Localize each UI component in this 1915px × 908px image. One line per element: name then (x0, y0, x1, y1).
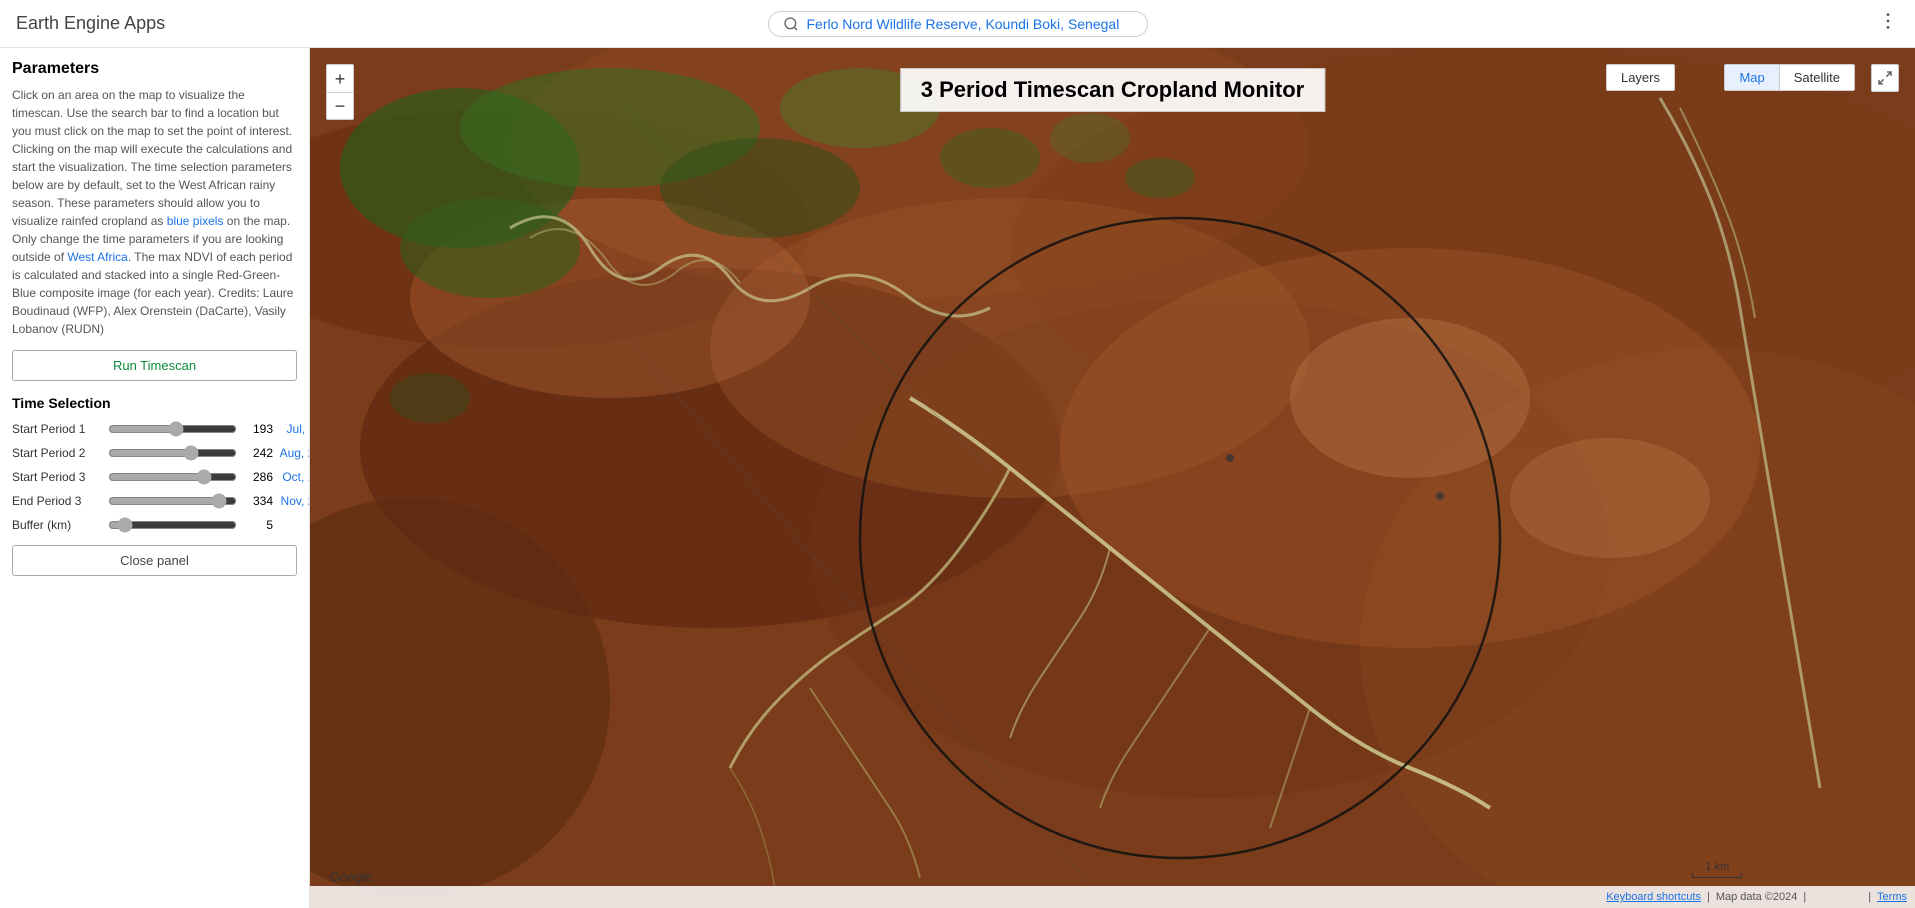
zoom-controls: + − (326, 64, 354, 120)
param-value-end-period-3: 334 (243, 494, 273, 508)
footer-separator-3: | (1868, 891, 1871, 903)
map-data-attribution: Map data ©2024 (1716, 891, 1798, 903)
param-row-start-period-2: Start Period 2 242 Aug, 29 (12, 445, 297, 461)
map-terrain-svg (310, 48, 1915, 908)
time-selection-title: Time Selection (12, 395, 297, 411)
close-panel-button[interactable]: Close panel (12, 545, 297, 576)
param-row-end-period-3: End Period 3 334 Nov, 29 (12, 493, 297, 509)
slider-start-period-3[interactable] (108, 469, 237, 485)
keyboard-shortcuts[interactable]: Keyboard shortcuts (1606, 891, 1701, 903)
fullscreen-icon (1877, 70, 1893, 86)
scale-bar: 1 km (1692, 864, 1742, 878)
slider-buffer[interactable] (108, 517, 237, 533)
param-value-buffer: 5 (243, 518, 273, 532)
map-container[interactable]: 3 Period Timescan Cropland Monitor + − L… (310, 48, 1915, 908)
slider-end-period-3[interactable] (108, 493, 237, 509)
sidebar-description: Click on an area on the map to visualize… (12, 86, 297, 338)
param-date-end-period-3: Nov, 29 (273, 494, 310, 508)
param-label-end-period-3: End Period 3 (12, 494, 102, 508)
scale-label: 1 km (1705, 861, 1729, 873)
search-container[interactable] (768, 11, 1148, 37)
param-value-start-period-3: 286 (243, 470, 273, 484)
zoom-in-button[interactable]: + (326, 64, 354, 92)
highlight-blue-pixels: blue pixels (167, 214, 224, 228)
footer-separator-2: | (1803, 891, 1806, 903)
param-label-start-period-2: Start Period 2 (12, 446, 102, 460)
app-title: Earth Engine Apps (16, 13, 165, 34)
param-date-start-period-2: Aug, 29 (273, 446, 310, 460)
zoom-out-button[interactable]: − (326, 92, 354, 120)
main: Parameters Click on an area on the map t… (0, 48, 1915, 908)
run-timescan-button[interactable]: Run Timescan (12, 350, 297, 381)
param-date-start-period-3: Oct, 12 (273, 470, 310, 484)
search-input[interactable] (807, 16, 1133, 32)
param-row-start-period-1: Start Period 1 193 Jul, 11 (12, 421, 297, 437)
footer-separator-1: | (1707, 891, 1710, 903)
terms-link[interactable]: Terms (1877, 891, 1907, 903)
param-date-start-period-1: Jul, 11 (273, 422, 310, 436)
topbar: Earth Engine Apps (0, 0, 1915, 48)
param-label-start-period-3: Start Period 3 (12, 470, 102, 484)
param-row-start-period-3: Start Period 3 286 Oct, 12 (12, 469, 297, 485)
layers-button[interactable]: Layers (1606, 64, 1675, 91)
search-icon (783, 16, 799, 32)
map-type-controls: Map Satellite (1724, 64, 1855, 91)
slider-start-period-1[interactable] (108, 421, 237, 437)
map-type-satellite-button[interactable]: Satellite (1779, 64, 1855, 91)
param-label-start-period-1: Start Period 1 (12, 422, 102, 436)
map-title: 3 Period Timescan Cropland Monitor (900, 68, 1325, 112)
sidebar-title: Parameters (12, 60, 297, 78)
time-selection-section: Time Selection Start Period 1 193 Jul, 1… (12, 395, 297, 533)
menu-icon[interactable] (1877, 10, 1899, 37)
sidebar: Parameters Click on an area on the map t… (0, 48, 310, 908)
fullscreen-button[interactable] (1871, 64, 1899, 92)
param-value-start-period-1: 193 (243, 422, 273, 436)
map-footer: Keyboard shortcuts | Map data ©2024 | 1 … (310, 886, 1915, 908)
param-label-buffer: Buffer (km) (12, 518, 102, 532)
slider-start-period-2[interactable] (108, 445, 237, 461)
google-watermark: Google (330, 869, 372, 884)
highlight-west-africa: West Africa (67, 250, 127, 264)
param-value-start-period-2: 242 (243, 446, 273, 460)
param-row-buffer: Buffer (km) 5 (12, 517, 297, 533)
map-type-map-button[interactable]: Map (1724, 64, 1778, 91)
